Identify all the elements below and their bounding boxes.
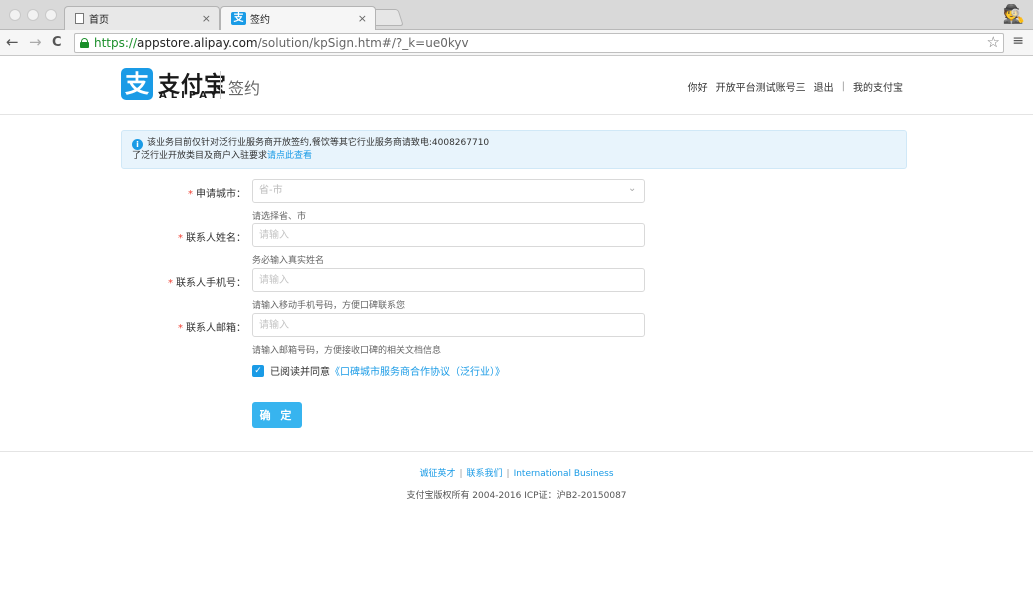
site-header: 支 支付宝 ALIPAY 签约 你好 开放平台测试账号三 退出 | 我的支付宝 [0, 57, 1033, 115]
name-label: * 联系人姓名： [178, 233, 246, 244]
phone-hint: 请输入移动手机号码，方便口碑联系您 [252, 301, 406, 311]
chevron-down-icon: ⌄ [628, 183, 637, 194]
info-icon: i [132, 139, 143, 150]
tab-close-icon[interactable]: × [358, 12, 367, 25]
footer-link-careers[interactable]: 诚征英才 [419, 469, 455, 479]
tab-close-icon[interactable]: × [202, 12, 211, 25]
url-scheme: https:// [94, 36, 138, 50]
contact-name-input[interactable] [252, 223, 645, 247]
lock-icon [80, 38, 89, 48]
bookmark-star-icon[interactable]: ☆ [987, 33, 1000, 51]
city-label: * 申请城市： [188, 189, 246, 200]
tab-title: 签约 [250, 15, 270, 26]
footer-divider [0, 451, 1033, 452]
user-nav: 你好 开放平台测试账号三 退出 | 我的支付宝 [688, 79, 903, 94]
agreement-row: ✓ 已阅读并同意 《口碑城市服务商合作协议（泛行业）》 [252, 363, 505, 378]
greeting-text: 你好 [687, 83, 708, 94]
logo-subtitle: ALIPAY [159, 90, 222, 101]
alipay-logo-icon[interactable]: 支 [121, 68, 153, 100]
name-hint: 务必输入真实姓名 [252, 256, 325, 266]
alipay-favicon-icon: 支 [231, 12, 246, 25]
forward-icon[interactable]: → [29, 33, 42, 51]
agree-checkbox[interactable]: ✓ [252, 364, 264, 377]
email-hint: 请输入邮箱号码，方便接收口碑的相关文档信息 [252, 346, 442, 356]
url-path: /solution/kpSign.htm#/?_k=ue0kyv [257, 36, 469, 50]
browser-tab-sign[interactable]: 支 签约 × [220, 6, 376, 30]
page-icon [75, 13, 84, 24]
city-hint: 请选择省、市 [252, 212, 307, 222]
contact-email-input[interactable] [252, 313, 645, 337]
submit-button[interactable]: 确 定 [252, 402, 302, 428]
window-close-button[interactable] [9, 9, 21, 21]
browser-tabstrip: 首页 × 支 签约 × 🕵 [0, 0, 1033, 30]
nav-separator: | [841, 81, 845, 92]
notice-view-link[interactable]: 请点此查看 [267, 151, 312, 161]
browser-tab-home[interactable]: 首页 × [64, 6, 220, 30]
city-select[interactable]: 省-市 [252, 179, 645, 203]
address-bar[interactable]: https://appstore.alipay.com/solution/kpS… [74, 33, 1004, 53]
account-name: 开放平台测试账号三 [715, 83, 806, 94]
copyright: 支付宝版权所有 2004-2016 ICP证：沪B2-20150087 [406, 491, 627, 501]
logout-link[interactable]: 退出 [814, 79, 834, 94]
phone-label: * 联系人手机号： [168, 278, 246, 289]
browser-toolbar: ← → C https://appstore.alipay.com/soluti… [0, 30, 1033, 56]
url-host: appstore.alipay.com [137, 36, 258, 50]
window-minimize-button[interactable] [27, 9, 39, 21]
my-alipay-link[interactable]: 我的支付宝 [853, 79, 903, 94]
notice-line1: 该业务目前仅针对泛行业服务商开放签约,餐饮等其它行业服务商请致电:4008267… [147, 138, 490, 148]
page-title: 签约 [228, 79, 261, 98]
contact-phone-input[interactable] [252, 268, 645, 292]
back-icon[interactable]: ← [6, 33, 19, 51]
tab-title: 首页 [89, 15, 109, 26]
agree-text: 已阅读并同意 [270, 367, 330, 378]
footer-link-international[interactable]: International Business [514, 469, 614, 479]
reload-icon[interactable]: C [52, 35, 62, 50]
browser-menu-icon[interactable]: ≡ [1012, 33, 1024, 49]
footer-links: 诚征英才 | 联系我们 | International Business [419, 469, 614, 479]
incognito-icon: 🕵 [1002, 4, 1025, 25]
notice-line2: 了泛行业开放类目及商户入驻要求 [132, 151, 268, 161]
logo-divider [220, 71, 221, 99]
notice-banner: i 该业务目前仅针对泛行业服务商开放签约,餐饮等其它行业服务商请致电:400826… [121, 130, 907, 169]
window-zoom-button[interactable] [45, 9, 57, 21]
agreement-link[interactable]: 《口碑城市服务商合作协议（泛行业）》 [330, 363, 505, 378]
footer-link-contact[interactable]: 联系我们 [467, 469, 503, 479]
email-label: * 联系人邮箱： [178, 323, 246, 334]
